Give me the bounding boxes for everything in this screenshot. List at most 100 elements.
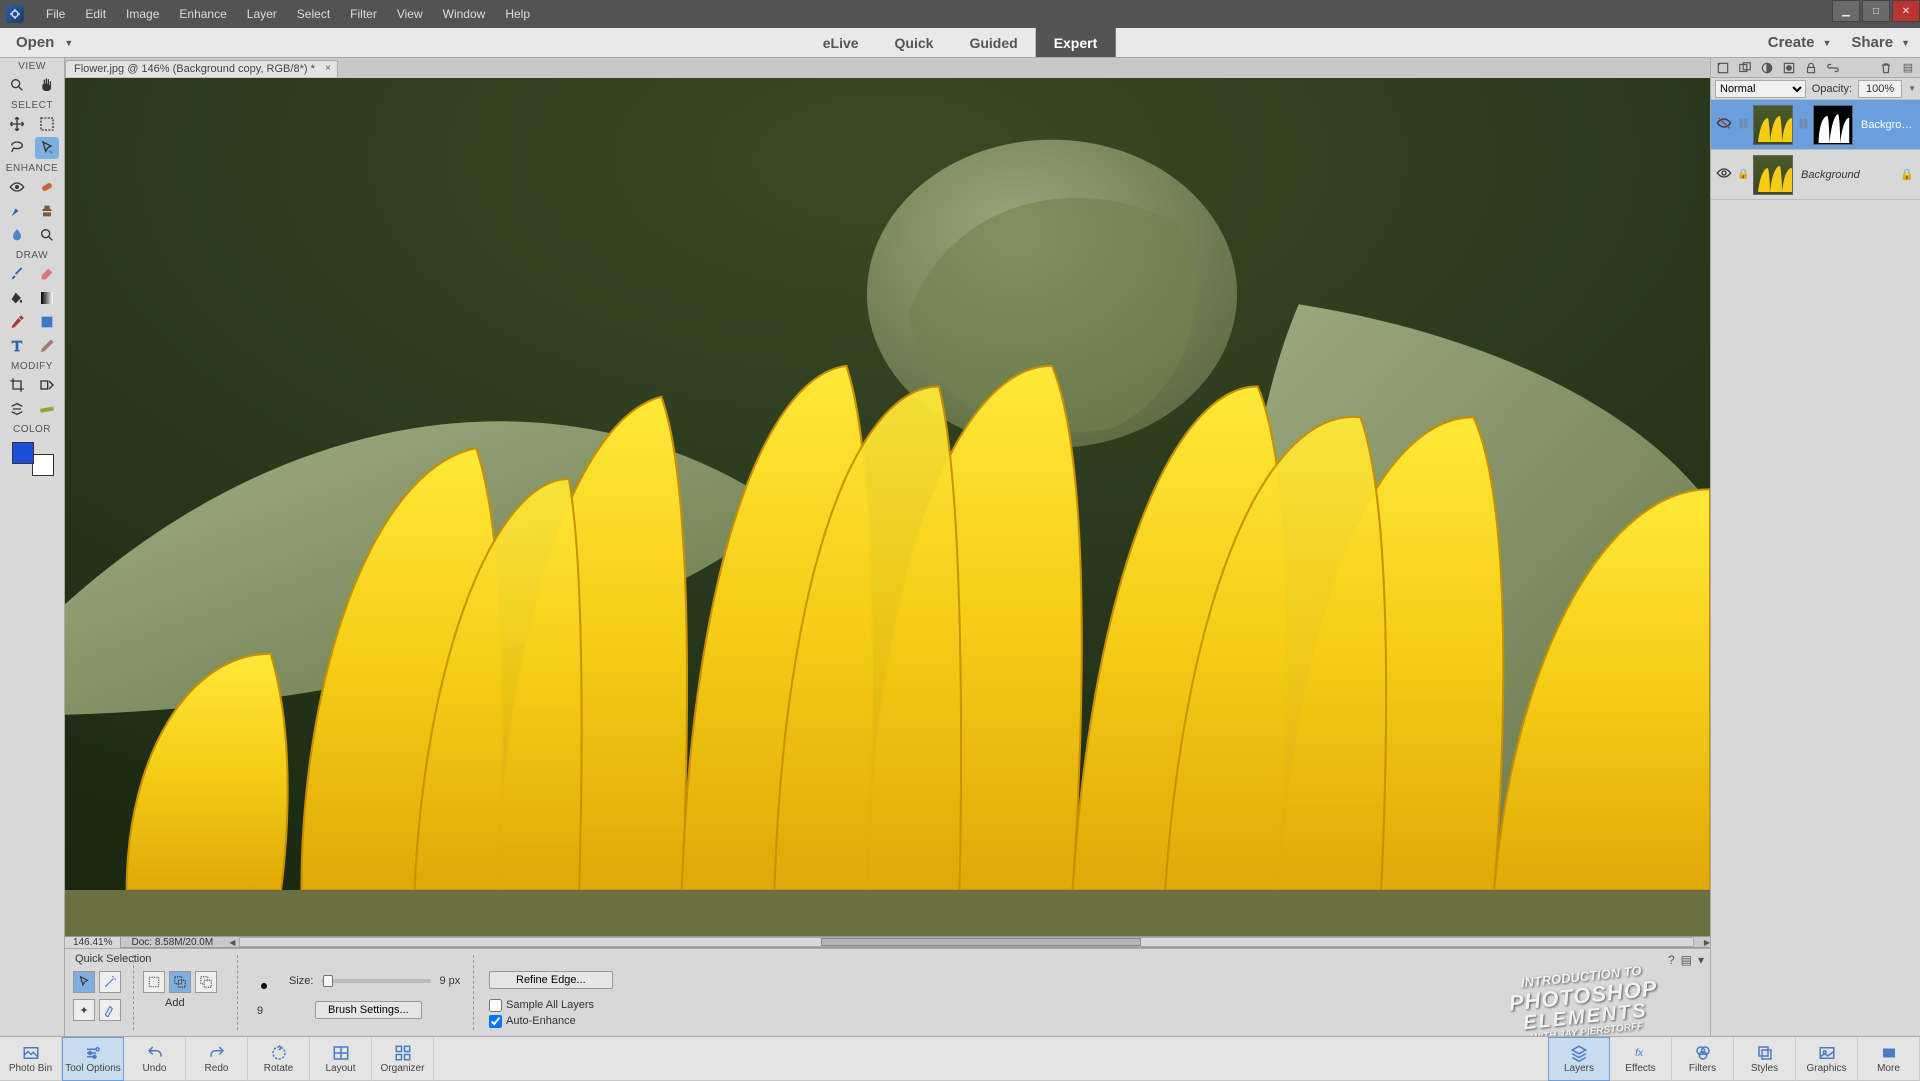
layout-button[interactable]: Layout [310,1037,372,1081]
lasso-tool[interactable] [5,137,29,159]
type-tool[interactable] [5,335,29,357]
redeye-tool[interactable] [5,176,29,198]
panel-menu-icon[interactable]: ▤ [1900,60,1916,76]
graphics-button[interactable]: Graphics [1796,1037,1858,1081]
close-button[interactable] [1892,0,1920,22]
horizontal-scrollbar[interactable] [239,937,1693,947]
panel-menu-icon[interactable]: ▤ [1681,953,1692,967]
brush-settings-button[interactable]: Brush Settings... [315,1001,422,1019]
menu-layer[interactable]: Layer [237,7,287,21]
eyedropper-tool[interactable] [5,311,29,333]
hand-tool[interactable] [35,74,59,96]
styles-button[interactable]: Styles [1734,1037,1796,1081]
opacity-dropdown-icon[interactable]: ▼ [1908,84,1916,93]
create-button[interactable]: Create▼ [1758,34,1842,51]
shape-tool[interactable] [35,311,59,333]
marquee-tool[interactable] [35,113,59,135]
menu-edit[interactable]: Edit [75,7,116,21]
foreground-color-swatch[interactable] [12,442,34,464]
new-selection-icon[interactable]: ✦ [73,999,95,1021]
filters-button[interactable]: Filters [1672,1037,1734,1081]
selection-subtract[interactable] [195,971,217,993]
effects-button[interactable]: fxEffects [1610,1037,1672,1081]
menu-enhance[interactable]: Enhance [169,7,236,21]
link-layers-icon[interactable] [1825,60,1841,76]
layer-thumbnail[interactable] [1753,105,1793,145]
tab-expert[interactable]: Expert [1036,28,1116,57]
layer-thumbnail[interactable] [1753,155,1793,195]
redo-button[interactable]: Redo [186,1037,248,1081]
eraser-tool[interactable] [35,263,59,285]
zoom-level[interactable]: 146.41% [65,937,121,948]
undo-button[interactable]: Undo [124,1037,186,1081]
menu-filter[interactable]: Filter [340,7,387,21]
menu-select[interactable]: Select [287,7,340,21]
tab-quick[interactable]: Quick [877,28,952,57]
sample-all-layers-checkbox[interactable]: Sample All Layers [489,999,594,1011]
canvas[interactable] [65,78,1710,936]
lock-layer-icon[interactable] [1803,60,1819,76]
delete-layer-icon[interactable] [1878,60,1894,76]
visibility-toggle[interactable] [1715,165,1733,184]
tool-options-button[interactable]: Tool Options [62,1037,124,1081]
color-swatches[interactable] [10,438,54,476]
tab-elive[interactable]: eLive [805,28,877,57]
adjustment-layer-icon[interactable] [1759,60,1775,76]
photo-bin-button[interactable]: Photo Bin [0,1037,62,1081]
gradient-tool[interactable] [35,287,59,309]
smart-brush-tool[interactable] [5,200,29,222]
quick-select-mode[interactable] [73,971,95,993]
collapse-icon[interactable]: ▾ [1698,953,1704,967]
menu-help[interactable]: Help [495,7,540,21]
scroll-left-icon[interactable]: ◀ [229,938,235,947]
pencil-tool[interactable] [35,335,59,357]
more-button[interactable]: More [1858,1037,1920,1081]
brush-tool[interactable] [5,263,29,285]
background-color-swatch[interactable] [32,454,54,476]
tab-guided[interactable]: Guided [951,28,1035,57]
layer-lock-icon[interactable]: 🔒 [1898,168,1916,181]
opacity-field[interactable]: 100% [1858,80,1902,98]
layers-button[interactable]: Layers [1548,1037,1610,1081]
magic-wand-mode[interactable] [99,971,121,993]
visibility-toggle[interactable] [1715,115,1733,134]
layer-row[interactable]: ⛓ ⛓ Backgrou... [1711,100,1920,150]
menu-file[interactable]: File [36,7,75,21]
open-button[interactable]: Open ▼ [0,28,89,57]
menu-window[interactable]: Window [433,7,496,21]
new-group-icon[interactable] [1737,60,1753,76]
recompose-tool[interactable] [35,374,59,396]
crop-tool[interactable] [5,374,29,396]
refine-brush-icon[interactable] [99,999,121,1021]
size-slider[interactable] [321,979,431,983]
sponge-tool[interactable] [35,224,59,246]
rotate-button[interactable]: Rotate [248,1037,310,1081]
share-button[interactable]: Share▼ [1841,34,1920,51]
spot-heal-tool[interactable] [35,176,59,198]
layer-name[interactable]: Background [1797,169,1894,181]
quick-select-tool[interactable] [35,137,59,159]
menu-image[interactable]: Image [116,7,169,21]
maximize-button[interactable] [1862,0,1890,22]
paint-bucket-tool[interactable] [5,287,29,309]
menu-view[interactable]: View [387,7,433,21]
content-aware-tool[interactable] [5,398,29,420]
zoom-tool[interactable] [5,74,29,96]
minimize-button[interactable] [1832,0,1860,22]
layer-mask-thumbnail[interactable] [1813,105,1853,145]
new-layer-icon[interactable] [1715,60,1731,76]
refine-edge-button[interactable]: Refine Edge... [489,971,613,989]
blend-mode-select[interactable]: Normal [1715,80,1806,98]
blur-tool[interactable] [5,224,29,246]
layer-row[interactable]: 🔒 Background 🔒 [1711,150,1920,200]
layer-mask-icon[interactable] [1781,60,1797,76]
auto-enhance-checkbox[interactable]: Auto-Enhance [489,1015,576,1027]
scrollbar-thumb[interactable] [821,938,1141,946]
straighten-tool[interactable] [35,398,59,420]
selection-add[interactable] [169,971,191,993]
layer-name[interactable]: Backgrou... [1857,119,1916,131]
clone-stamp-tool[interactable] [35,200,59,222]
close-icon[interactable]: × [325,63,331,74]
document-tab[interactable]: Flower.jpg @ 146% (Background copy, RGB/… [65,60,338,77]
selection-new[interactable] [143,971,165,993]
